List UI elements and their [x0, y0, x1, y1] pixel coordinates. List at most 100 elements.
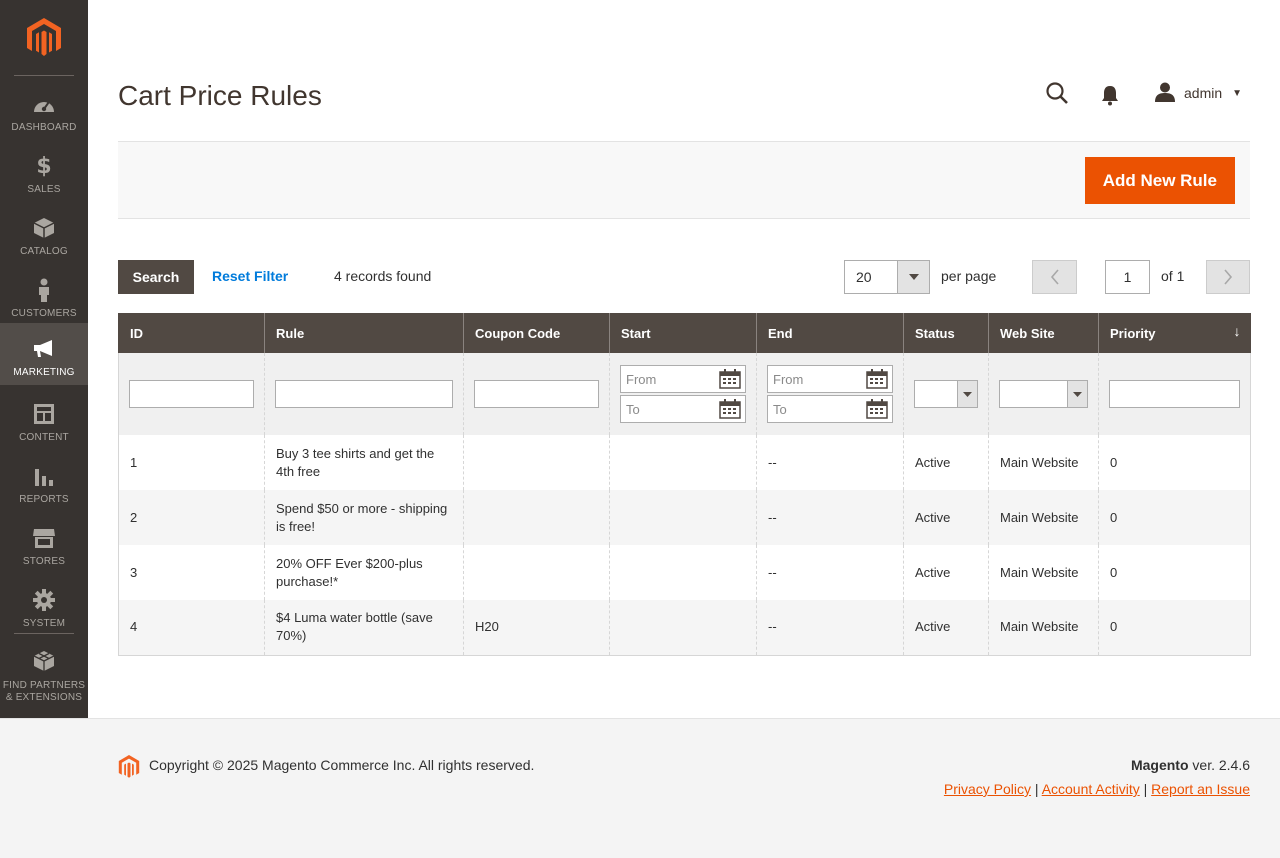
- column-header-id[interactable]: ID: [118, 313, 265, 353]
- column-header-coupon-code[interactable]: Coupon Code: [463, 313, 610, 353]
- table-row[interactable]: 2 Spend $50 or more - shipping is free! …: [118, 490, 1251, 545]
- cell-rule: $4 Luma water bottle (save 70%): [264, 600, 464, 656]
- calendar-icon[interactable]: [866, 369, 888, 389]
- cell-start: [609, 600, 757, 656]
- cell-priority: 0: [1098, 545, 1251, 600]
- sidebar-item-stores[interactable]: STORES: [0, 512, 88, 574]
- date-placeholder: To: [773, 401, 787, 417]
- link-separator: |: [1143, 781, 1148, 797]
- cell-website: Main Website: [988, 435, 1099, 490]
- page-total: of 1: [1161, 268, 1185, 284]
- page-number-input[interactable]: [1105, 260, 1150, 294]
- sidebar-item-dashboard[interactable]: DASHBOARD: [0, 78, 88, 140]
- sidebar-item-label: SYSTEM: [22, 618, 66, 629]
- table-row[interactable]: 3 20% OFF Ever $200-plus purchase!* -- A…: [118, 545, 1251, 600]
- rule-filter-input[interactable]: [275, 380, 453, 408]
- column-header-priority[interactable]: Priority ↓: [1098, 313, 1251, 353]
- sidebar-item-label: REPORTS: [19, 494, 69, 505]
- box-icon: [32, 216, 56, 240]
- start-from-date-input[interactable]: From: [620, 365, 746, 393]
- cell-coupon: [463, 545, 610, 600]
- privacy-policy-link[interactable]: Privacy Policy: [944, 781, 1031, 797]
- calendar-icon[interactable]: [719, 399, 741, 419]
- gear-icon: [32, 588, 56, 612]
- cell-priority: 0: [1098, 490, 1251, 545]
- cell-end: --: [756, 490, 904, 545]
- id-filter-input[interactable]: [129, 380, 254, 408]
- sidebar-item-system[interactable]: SYSTEM: [0, 574, 88, 636]
- cell-status: Active: [903, 435, 989, 490]
- cell-status: Active: [903, 600, 989, 656]
- cell-id: 2: [118, 490, 265, 545]
- sidebar-item-marketing[interactable]: MARKETING: [0, 323, 88, 385]
- end-to-date-input[interactable]: To: [767, 395, 893, 423]
- chevron-down-icon: [957, 381, 977, 407]
- search-button[interactable]: Search: [118, 260, 194, 294]
- start-to-date-input[interactable]: To: [620, 395, 746, 423]
- sidebar-divider: [14, 633, 74, 634]
- column-header-web-site[interactable]: Web Site: [988, 313, 1099, 353]
- cell-coupon: [463, 435, 610, 490]
- search-icon[interactable]: [1045, 81, 1071, 107]
- website-filter-select[interactable]: [999, 380, 1088, 408]
- store-icon: [32, 526, 56, 550]
- cell-website: Main Website: [988, 545, 1099, 600]
- sidebar-item-catalog[interactable]: CATALOG: [0, 202, 88, 264]
- status-filter-select[interactable]: [914, 380, 978, 408]
- column-header-end[interactable]: End: [756, 313, 904, 353]
- column-header-rule[interactable]: Rule: [264, 313, 464, 353]
- page-actions-bar: Add New Rule: [118, 141, 1250, 219]
- sidebar-item-content[interactable]: CONTENT: [0, 388, 88, 450]
- admin-sidebar: DASHBOARD $ SALES CATALOG CUSTOMERS MARK…: [0, 0, 88, 720]
- cell-start: [609, 435, 757, 490]
- magento-logo[interactable]: [0, 0, 88, 76]
- calendar-icon[interactable]: [866, 399, 888, 419]
- caret-down-icon: ▼: [1232, 87, 1243, 99]
- cell-id: 1: [118, 435, 265, 490]
- end-from-date-input[interactable]: From: [767, 365, 893, 393]
- table-row[interactable]: 1 Buy 3 tee shirts and get the 4th free …: [118, 435, 1251, 490]
- footer-links: Privacy Policy | Account Activity | Repo…: [944, 781, 1250, 797]
- report-issue-link[interactable]: Report an Issue: [1151, 781, 1250, 797]
- previous-page-button[interactable]: [1032, 260, 1077, 294]
- sidebar-item-label: MARKETING: [13, 367, 75, 378]
- cart-price-rules-grid: ID Rule Coupon Code Start End Status Web…: [118, 313, 1251, 656]
- bar-chart-icon: [32, 464, 56, 488]
- page-title: Cart Price Rules: [118, 80, 322, 111]
- chevron-right-icon: [1224, 269, 1233, 285]
- sidebar-item-reports[interactable]: REPORTS: [0, 450, 88, 512]
- sidebar-item-label: DASHBOARD: [11, 122, 77, 133]
- cell-priority: 0: [1098, 600, 1251, 656]
- coupon-filter-input[interactable]: [474, 380, 599, 408]
- sidebar-item-sales[interactable]: $ SALES: [0, 140, 88, 202]
- add-new-rule-button[interactable]: Add New Rule: [1084, 157, 1235, 204]
- dashboard-icon: [32, 92, 56, 116]
- sidebar-item-label: CONTENT: [19, 432, 69, 443]
- records-count: 4 records found: [334, 268, 432, 284]
- table-row[interactable]: 4 $4 Luma water bottle (save 70%) H20 --…: [118, 600, 1251, 656]
- calendar-icon[interactable]: [719, 369, 741, 389]
- filter-row: From To From To: [118, 353, 1251, 435]
- next-page-button[interactable]: [1206, 260, 1250, 294]
- column-header-status[interactable]: Status: [903, 313, 989, 353]
- cell-website: Main Website: [988, 490, 1099, 545]
- reset-filter-link[interactable]: Reset Filter: [212, 268, 288, 284]
- cell-id: 3: [118, 545, 265, 600]
- cell-coupon: [463, 490, 610, 545]
- account-activity-link[interactable]: Account Activity: [1042, 781, 1140, 797]
- sidebar-item-customers[interactable]: CUSTOMERS: [0, 264, 88, 326]
- magento-logo-icon: [27, 18, 61, 56]
- notifications-bell-icon[interactable]: [1100, 84, 1120, 106]
- per-page-select[interactable]: 20: [844, 260, 930, 294]
- sidebar-item-label: CATALOG: [20, 246, 68, 257]
- priority-filter-input[interactable]: [1109, 380, 1240, 408]
- brand-name: Magento: [1130, 757, 1189, 773]
- sidebar-item-find-partners[interactable]: FIND PARTNERS & EXTENSIONS: [0, 636, 88, 706]
- cell-coupon: H20: [463, 600, 610, 656]
- date-placeholder: From: [626, 371, 657, 387]
- column-header-start[interactable]: Start: [609, 313, 757, 353]
- admin-user-menu[interactable]: admin ▼: [1154, 80, 1242, 106]
- cell-end: --: [756, 545, 904, 600]
- cell-start: [609, 545, 757, 600]
- per-page-value: 20: [856, 269, 872, 285]
